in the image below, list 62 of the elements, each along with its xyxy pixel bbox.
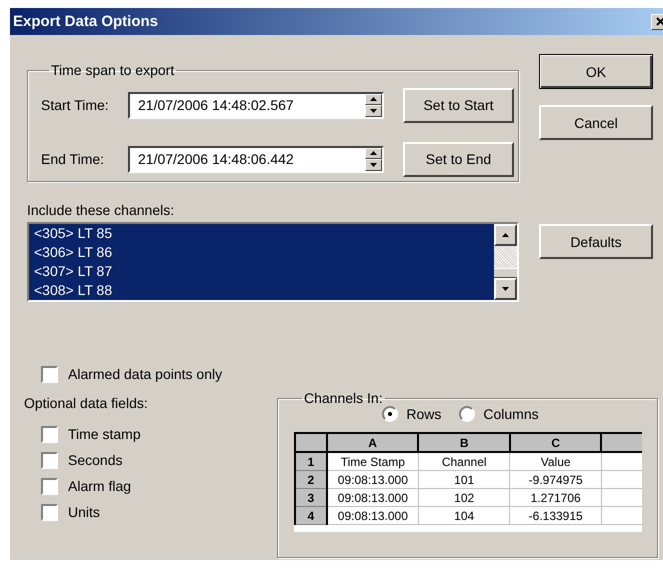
ok-button[interactable]: OK [539,54,653,89]
checkbox[interactable] [41,478,58,494]
close-icon [656,17,663,26]
up-arrow-icon [502,233,509,237]
table-cell: Channel [418,452,510,470]
scroll-down-button[interactable] [494,278,517,300]
checkbox[interactable] [41,452,58,468]
checkbox-label: Alarm flag [68,478,132,494]
table-cell: 09:08:13.000 [326,488,418,506]
table-cell: 104 [418,506,510,524]
checkbox[interactable] [41,426,58,442]
spin-down-button[interactable] [365,159,382,170]
checkbox-label: Time stamp [68,426,141,442]
down-arrow-icon [370,162,377,167]
group-title: Time span to export [50,62,176,78]
radio-label: Columns [483,406,539,422]
table-cell: -9.974975 [510,470,602,488]
table-cell: 09:08:13.000 [326,506,418,524]
down-arrow-icon [370,108,377,113]
row-header: 4 [295,506,327,524]
table-cell: 101 [418,470,510,488]
checkbox-label: Seconds [68,452,122,468]
table-cell: 1.271706 [510,488,602,506]
cancel-button[interactable]: Cancel [539,105,653,140]
checkbox[interactable] [41,366,58,382]
date-time-field[interactable]: 21/07/2006 14:48:02.567 [128,92,384,118]
set-button[interactable]: Set to End [403,142,514,176]
table-cell: 102 [418,488,510,506]
date-time-field[interactable]: 21/07/2006 14:48:06.442 [128,146,384,172]
defaults-button[interactable]: Defaults [539,224,653,259]
down-arrow-icon [502,287,509,291]
field-label: End Time: [41,151,106,167]
group-title: Channels In: [303,390,384,406]
scroll-thumb[interactable] [494,268,517,278]
column-header: A [326,433,418,452]
spin-down-button[interactable] [365,105,382,116]
set-button[interactable]: Set to Start [403,88,514,122]
radio-button[interactable] [382,406,398,422]
section-label: Optional data fields: [24,395,149,413]
spin-up-button[interactable] [365,148,382,159]
checkbox-label: Units [68,504,100,520]
field-label: Start Time: [41,97,110,113]
checkbox[interactable] [41,504,58,520]
list-label: Include these channels: [27,202,176,220]
radio-button[interactable] [459,406,476,422]
checkbox-label: Alarmed data points only [68,366,222,382]
row-header: 3 [295,488,327,506]
up-arrow-icon [370,97,377,102]
row-header: 2 [295,470,327,488]
radio-label: Rows [406,406,442,422]
column-header: C [510,433,602,452]
spin-up-button[interactable] [365,94,382,105]
scrollbar[interactable] [494,224,517,300]
up-arrow-icon [370,151,377,156]
table-cell: -6.133915 [510,506,602,524]
scroll-up-button[interactable] [494,224,517,246]
table-cell: Time Stamp [326,452,418,470]
table-cell: 09:08:13.000 [326,470,418,488]
column-header: B [418,433,510,452]
table-cell: Value [510,452,602,470]
window-title: Export Data Options [12,13,158,30]
row-header: 1 [295,452,327,470]
